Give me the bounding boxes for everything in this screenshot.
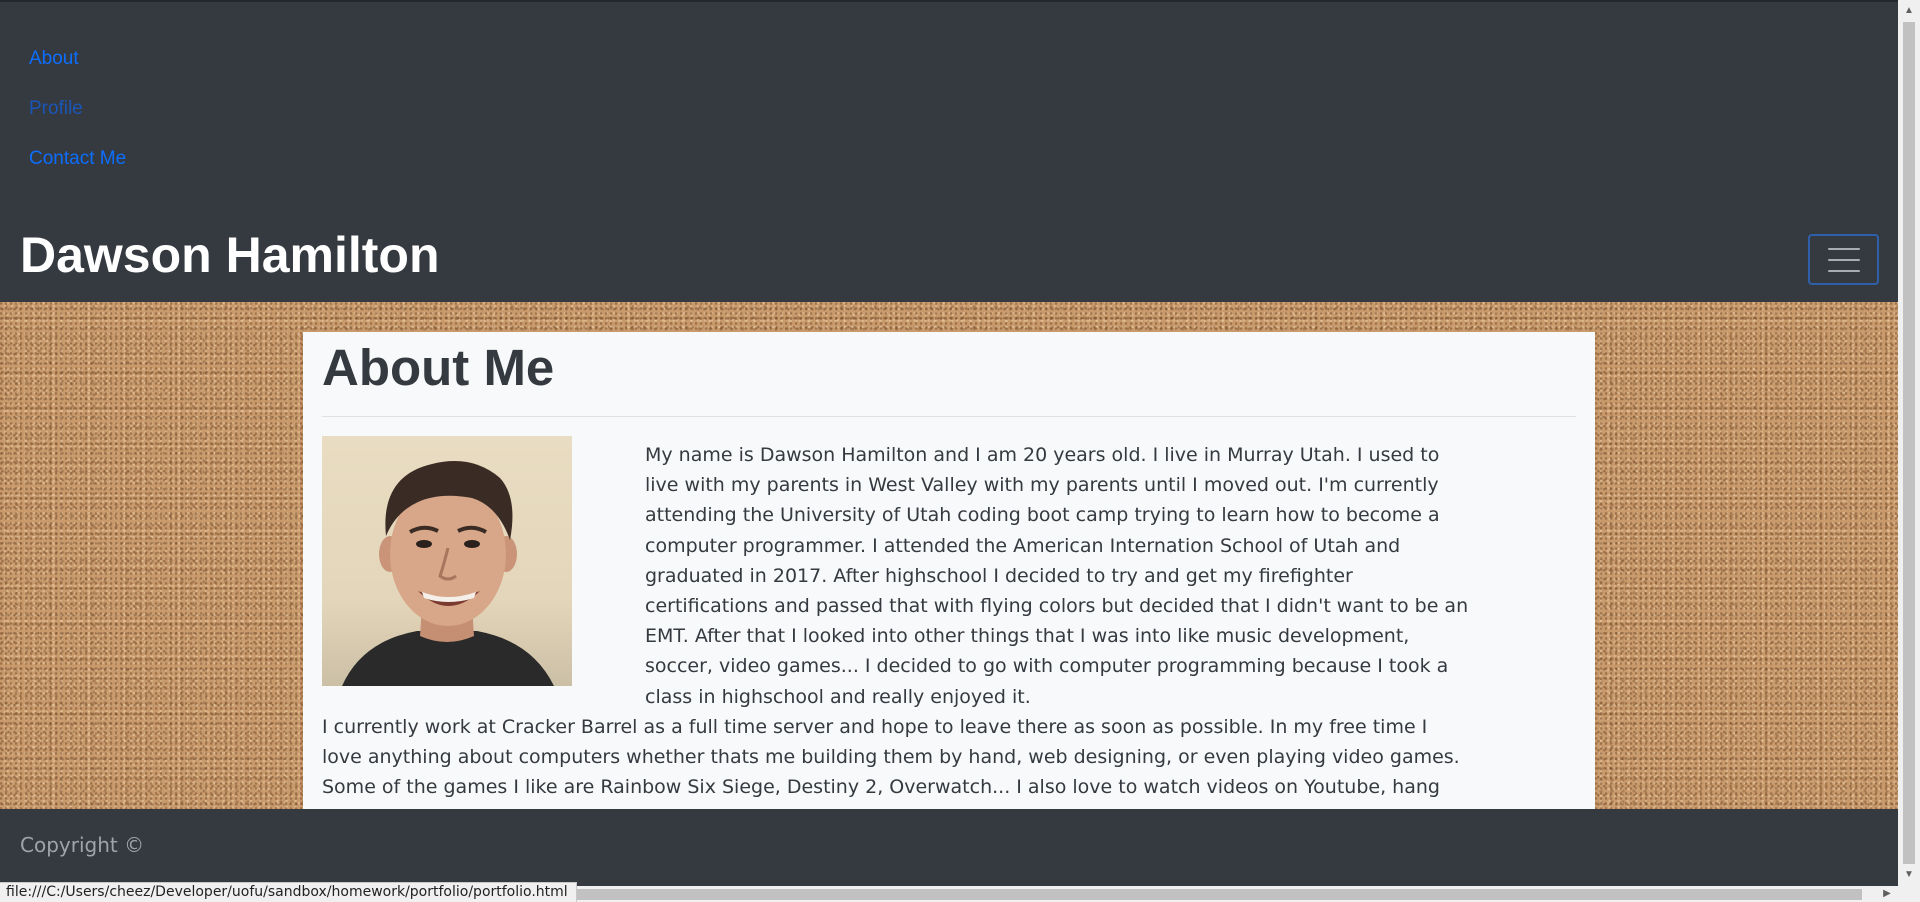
nav-link-about[interactable]: About	[29, 46, 126, 96]
about-title: About Me	[322, 339, 555, 396]
vertical-scrollbar[interactable]: ▲ ▼	[1898, 0, 1920, 886]
vertical-scroll-thumb[interactable]	[1903, 22, 1915, 864]
hamburger-menu-icon	[1827, 247, 1860, 250]
about-paragraph-1: My name is Dawson Hamilton and I am 20 y…	[645, 444, 1469, 708]
hamburger-menu-icon-bar	[1827, 269, 1860, 272]
copyright-text: Copyright ©	[20, 833, 145, 857]
scrollbar-corner	[1898, 886, 1920, 902]
nav-link-contact[interactable]: Contact Me	[29, 146, 126, 196]
corkboard-background: About Me My name is Dawson Hamilton and …	[0, 302, 1898, 809]
navbar-brand[interactable]: Dawson Hamilton	[20, 224, 439, 286]
scroll-down-arrow-icon[interactable]: ▼	[1903, 868, 1915, 882]
navbar: About Profile Contact Me Dawson Hamilton	[0, 0, 1898, 302]
portrait-photo	[322, 436, 572, 686]
hamburger-menu-icon-bar	[1827, 258, 1860, 261]
about-card: About Me My name is Dawson Hamilton and …	[303, 332, 1595, 809]
scroll-right-arrow-icon[interactable]: ▶	[1880, 887, 1894, 901]
footer: Copyright ©	[0, 809, 1898, 886]
divider	[322, 416, 1576, 417]
nav-links: About Profile Contact Me	[29, 46, 126, 196]
navbar-toggler-button[interactable]	[1808, 234, 1879, 285]
portrait-illustration	[342, 461, 554, 686]
scroll-up-arrow-icon[interactable]: ▲	[1903, 4, 1915, 18]
browser-status-bar: file:///C:/Users/cheez/Developer/uofu/sa…	[0, 882, 577, 902]
about-paragraph-2: I currently work at Cracker Barrel as a …	[322, 715, 1460, 809]
horizontal-scroll-thumb[interactable]	[562, 889, 1862, 900]
nav-link-profile[interactable]: Profile	[29, 96, 126, 146]
